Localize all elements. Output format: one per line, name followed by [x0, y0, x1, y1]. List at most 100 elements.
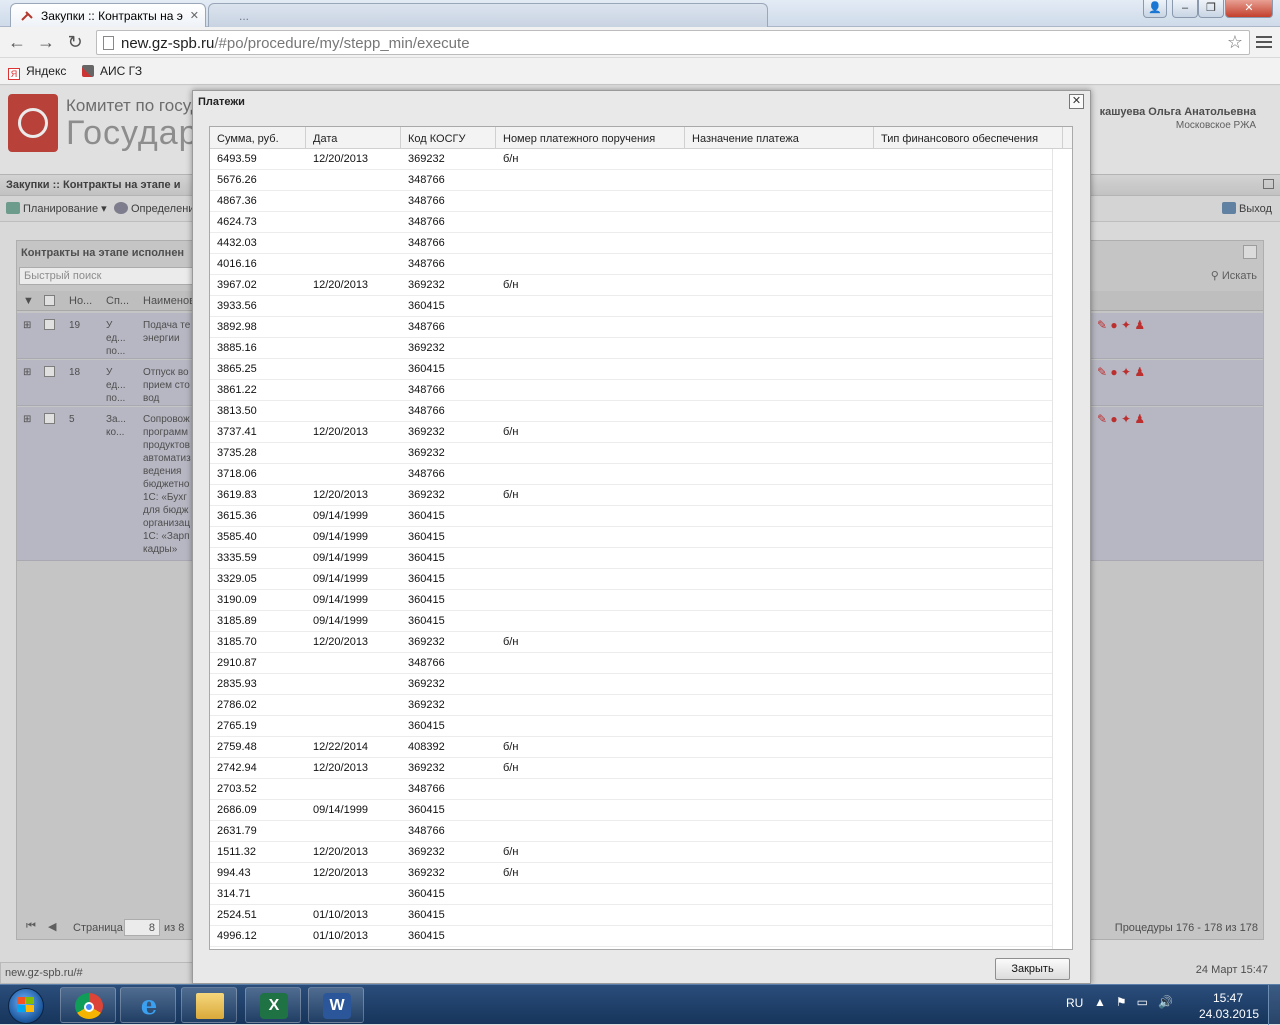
- bookmark-star-icon[interactable]: ☆: [1227, 32, 1243, 53]
- close-icon[interactable]: ✕: [1069, 94, 1084, 109]
- cell-amount: 3737.41: [217, 426, 257, 438]
- clock-date[interactable]: 24.03.2015: [1199, 1007, 1259, 1021]
- cell-order-number: б/н: [503, 867, 519, 879]
- tab-close-icon[interactable]: ✕: [190, 9, 199, 22]
- payments-dialog: Платежи ✕ Сумма, руб. Дата Код КОСГУ Ном…: [192, 90, 1091, 984]
- payment-row[interactable]: 3933.56 360415: [210, 296, 1052, 317]
- cell-amount: 2786.02: [217, 699, 257, 711]
- payment-row[interactable]: 3892.98 348766: [210, 317, 1052, 338]
- payment-row[interactable]: 4867.36 348766: [210, 191, 1052, 212]
- payment-row[interactable]: 4624.73 348766: [210, 212, 1052, 233]
- payment-row[interactable]: 3190.09 09/14/1999 360415: [210, 590, 1052, 611]
- cell-kosgu: 360415: [408, 930, 445, 942]
- payment-row[interactable]: 3885.16 369232: [210, 338, 1052, 359]
- payment-row[interactable]: 2703.52 348766: [210, 779, 1052, 800]
- payment-row[interactable]: 2742.94 12/20/2013 369232 б/н: [210, 758, 1052, 779]
- col-amount[interactable]: Сумма, руб.: [210, 127, 306, 149]
- payment-row[interactable]: 6493.59 12/20/2013 369232 б/н: [210, 149, 1052, 170]
- tab-title: Закупки :: Контракты на э: [41, 9, 183, 23]
- payment-row[interactable]: 2759.48 12/22/2014 408392 б/н: [210, 737, 1052, 758]
- maximize-button[interactable]: ❐: [1198, 0, 1224, 18]
- excel-icon: X: [260, 993, 288, 1019]
- cell-order-number: б/н: [503, 153, 519, 165]
- payment-row[interactable]: 3967.02 12/20/2013 369232 б/н: [210, 275, 1052, 296]
- cell-amount: 2835.93: [217, 678, 257, 690]
- close-button[interactable]: Закрыть: [995, 958, 1070, 980]
- col-date[interactable]: Дата: [306, 127, 401, 149]
- back-arrow-icon[interactable]: ←: [6, 31, 28, 53]
- payment-row[interactable]: 2686.09 09/14/1999 360415: [210, 800, 1052, 821]
- cell-date: 01/10/2013: [313, 930, 369, 942]
- word-icon: W: [323, 993, 351, 1019]
- cell-amount: 2703.52: [217, 783, 257, 795]
- chrome-taskbar-button[interactable]: [60, 987, 116, 1023]
- forward-arrow-icon[interactable]: →: [35, 31, 57, 53]
- page-icon: [103, 36, 114, 50]
- language-indicator[interactable]: RU: [1066, 996, 1083, 1010]
- payment-row[interactable]: 3615.36 09/14/1999 360415: [210, 506, 1052, 527]
- payment-row[interactable]: 2786.02 369232: [210, 695, 1052, 716]
- cell-kosgu: 369232: [408, 279, 445, 291]
- cell-amount: 3185.89: [217, 615, 257, 627]
- col-purpose[interactable]: Назначение платежа: [685, 127, 874, 149]
- cell-amount: 5676.26: [217, 174, 257, 186]
- cell-kosgu: 369232: [408, 762, 445, 774]
- minimize-button[interactable]: –: [1172, 0, 1198, 18]
- payment-row[interactable]: 2765.19 360415: [210, 716, 1052, 737]
- payment-row[interactable]: 994.43 12/20/2013 369232 б/н: [210, 863, 1052, 884]
- start-button[interactable]: [2, 986, 52, 1024]
- payment-row[interactable]: 3735.28 369232: [210, 443, 1052, 464]
- cell-date: 09/14/1999: [313, 531, 369, 543]
- show-desktop-button[interactable]: [1268, 985, 1280, 1025]
- tools-icon: [82, 65, 94, 77]
- payment-row[interactable]: 3865.25 360415: [210, 359, 1052, 380]
- payment-row[interactable]: 3185.89 09/14/1999 360415: [210, 611, 1052, 632]
- system-tray-icons[interactable]: ▲⚑▭🔊: [1094, 995, 1183, 1009]
- col-kosgu[interactable]: Код КОСГУ: [401, 127, 496, 149]
- bookmark-ais-gz[interactable]: АИС ГЗ: [82, 64, 142, 78]
- cell-kosgu: 360415: [408, 300, 445, 312]
- browser-tab-active[interactable]: Закупки :: Контракты на э ✕: [10, 3, 206, 27]
- ie-taskbar-button[interactable]: e: [120, 987, 176, 1023]
- payment-row[interactable]: 4432.03 348766: [210, 233, 1052, 254]
- user-icon[interactable]: 👤: [1143, 0, 1167, 18]
- col-funding-type[interactable]: Тип финансового обеспечения: [874, 127, 1063, 149]
- cell-order-number: б/н: [503, 741, 519, 753]
- payment-row[interactable]: 4996.12 01/10/2013 360415: [210, 926, 1052, 947]
- payment-row[interactable]: 3718.06 348766: [210, 464, 1052, 485]
- payment-row[interactable]: 3861.22 348766: [210, 380, 1052, 401]
- payment-row[interactable]: 3585.40 09/14/1999 360415: [210, 527, 1052, 548]
- reload-icon[interactable]: ↻: [64, 31, 86, 53]
- payment-row[interactable]: 3329.05 09/14/1999 360415: [210, 569, 1052, 590]
- cell-kosgu: 348766: [408, 825, 445, 837]
- payment-row[interactable]: 3619.83 12/20/2013 369232 б/н: [210, 485, 1052, 506]
- cell-date: 09/14/1999: [313, 804, 369, 816]
- payment-row[interactable]: 4016.16 348766: [210, 254, 1052, 275]
- excel-taskbar-button[interactable]: X: [245, 987, 301, 1023]
- cell-amount: 2686.09: [217, 804, 257, 816]
- clock-time[interactable]: 15:47: [1213, 991, 1243, 1005]
- word-taskbar-button[interactable]: W: [308, 987, 364, 1023]
- payment-row[interactable]: 2910.87 348766: [210, 653, 1052, 674]
- col-payment-order[interactable]: Номер платежного поручения: [496, 127, 685, 149]
- payment-row[interactable]: 3813.50 348766: [210, 401, 1052, 422]
- window-close-button[interactable]: ✕: [1225, 0, 1273, 18]
- bookmark-yandex[interactable]: Я Яндекс: [8, 64, 66, 80]
- payment-row[interactable]: 1511.32 12/20/2013 369232 б/н: [210, 842, 1052, 863]
- payment-row[interactable]: 3335.59 09/14/1999 360415: [210, 548, 1052, 569]
- payment-row[interactable]: 2524.51 01/10/2013 360415: [210, 905, 1052, 926]
- vertical-scrollbar[interactable]: [1052, 149, 1072, 949]
- address-bar[interactable]: new.gz-spb.ru/#po/procedure/my/stepp_min…: [96, 30, 1250, 55]
- payment-row[interactable]: 314.71 360415: [210, 884, 1052, 905]
- payment-row[interactable]: 2835.93 369232: [210, 674, 1052, 695]
- payment-row[interactable]: 3737.41 12/20/2013 369232 б/н: [210, 422, 1052, 443]
- ie-icon: e: [140, 991, 158, 1021]
- cell-kosgu: 369232: [408, 447, 445, 459]
- payment-row[interactable]: 5676.26 348766: [210, 170, 1052, 191]
- payment-row[interactable]: 2631.79 348766: [210, 821, 1052, 842]
- explorer-taskbar-button[interactable]: [181, 987, 237, 1023]
- cell-amount: 4016.16: [217, 258, 257, 270]
- payment-row[interactable]: 3185.70 12/20/2013 369232 б/н: [210, 632, 1052, 653]
- browser-tab-inactive[interactable]: ...: [208, 3, 768, 27]
- chrome-menu-icon[interactable]: [1256, 33, 1272, 51]
